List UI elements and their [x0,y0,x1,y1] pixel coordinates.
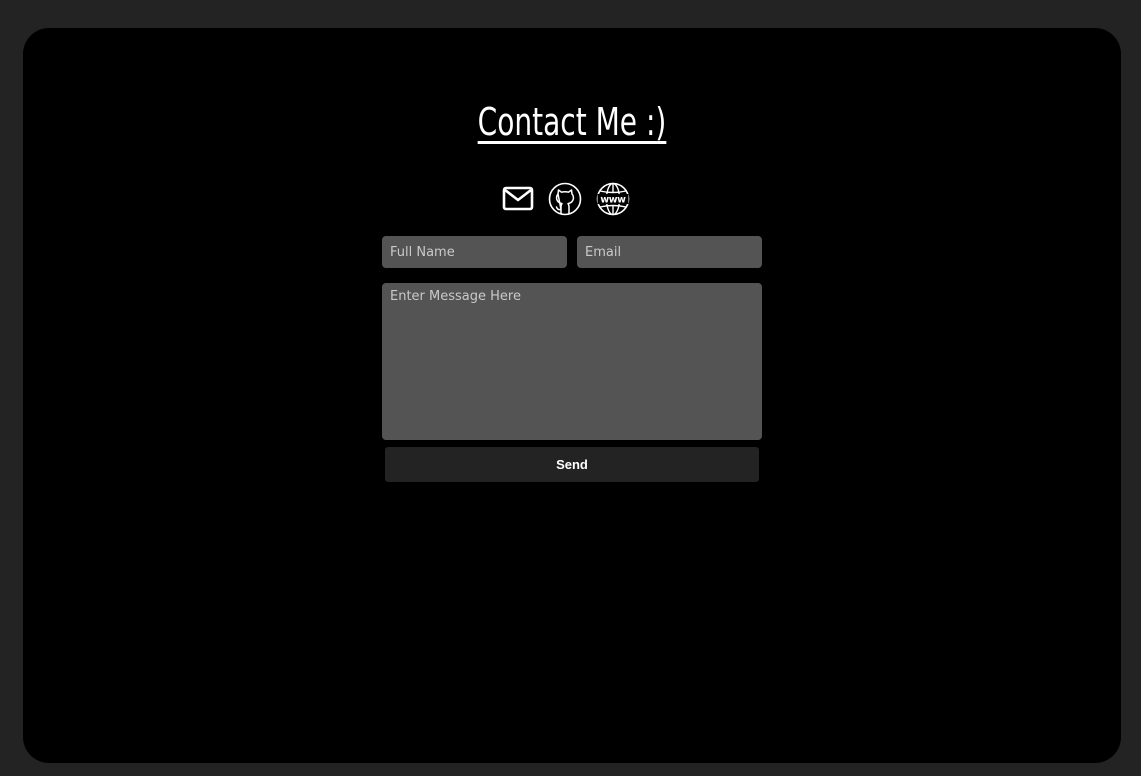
contact-links: www [500,181,636,217]
globe-www-icon[interactable]: www [595,181,631,217]
message-textarea[interactable] [382,283,762,440]
send-button[interactable]: Send [385,447,759,482]
mail-icon[interactable] [500,181,536,217]
github-icon[interactable] [547,181,583,217]
svg-text:www: www [600,194,626,205]
page-title: Contact Me :) [477,100,667,144]
email-input[interactable] [577,236,762,268]
full-name-input[interactable] [382,236,567,268]
